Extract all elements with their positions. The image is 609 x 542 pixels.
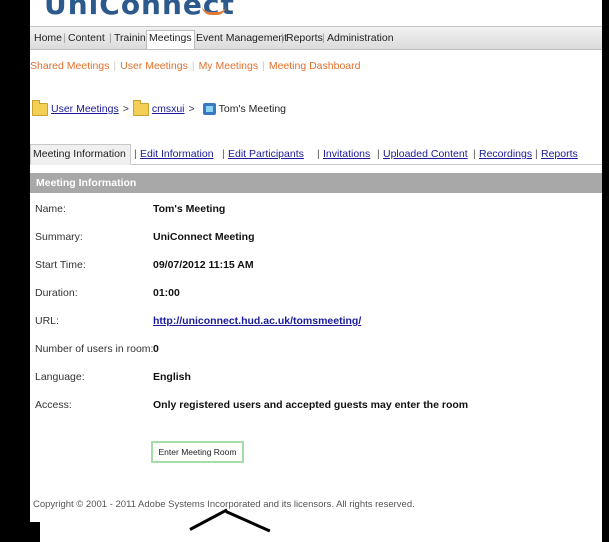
field-row-start-time: Start Time: 09/07/2012 11:15 AM xyxy=(30,256,602,276)
frame-border-bottom xyxy=(0,522,40,542)
field-label: URL: xyxy=(35,315,59,327)
section-header: Meeting Information xyxy=(30,173,602,193)
nav-item-content[interactable]: Content xyxy=(68,32,105,44)
breadcrumb-current: Tom's Meeting xyxy=(218,103,287,115)
frame-border-right xyxy=(602,0,609,542)
field-value: English xyxy=(153,371,191,383)
subnav-shared-meetings[interactable]: Shared Meetings xyxy=(30,60,109,72)
field-value: Tom's Meeting xyxy=(153,203,226,215)
breadcrumb-cmsxui[interactable]: cmsxui xyxy=(152,103,185,115)
subnav-my-meetings[interactable]: My Meetings xyxy=(199,60,259,72)
subnav-separator: | xyxy=(262,60,265,72)
meeting-icon xyxy=(202,103,216,115)
nav-item-home[interactable]: Home xyxy=(34,32,62,44)
tab-uploaded-content[interactable]: Uploaded Content xyxy=(383,148,468,160)
breadcrumb-user-meetings[interactable]: User Meetings xyxy=(51,103,119,115)
tab-separator: | xyxy=(317,148,320,160)
tab-meeting-information[interactable]: Meeting Information xyxy=(30,144,131,165)
annotation-arrow-icon xyxy=(225,510,271,533)
enter-meeting-room-button[interactable]: Enter Meeting Room xyxy=(151,441,244,463)
field-row-duration: Duration: 01:00 xyxy=(30,284,602,304)
meeting-tabs: Meeting Information | Edit Information |… xyxy=(30,144,602,165)
field-row-users-in-room: Number of users in room: 0 xyxy=(30,340,602,360)
nav-item-meetings[interactable]: Meetings xyxy=(146,30,195,49)
field-label: Summary: xyxy=(35,231,83,243)
nav-separator: | xyxy=(63,32,66,44)
breadcrumb-separator: > xyxy=(188,103,195,115)
tab-edit-information[interactable]: Edit Information xyxy=(140,148,214,160)
field-label: Number of users in room: xyxy=(35,343,154,355)
tab-separator: | xyxy=(222,148,225,160)
field-label: Name: xyxy=(35,203,66,215)
breadcrumb: User Meetings > cmsxui > Tom's Meeting xyxy=(32,99,287,118)
field-value: UniConnect Meeting xyxy=(153,231,255,243)
subnav-user-meetings[interactable]: User Meetings xyxy=(120,60,188,72)
tab-separator: | xyxy=(377,148,380,160)
field-value: 01:00 xyxy=(153,287,180,299)
nav-separator: | xyxy=(322,32,325,44)
field-label: Access: xyxy=(35,399,72,411)
folder-icon xyxy=(132,99,149,116)
field-label: Duration: xyxy=(35,287,78,299)
folder-icon xyxy=(32,99,48,116)
breadcrumb-separator: > xyxy=(122,103,129,115)
annotation-arrow-icon xyxy=(189,508,228,531)
nav-item-administration[interactable]: Administration xyxy=(327,32,394,44)
subnav-meeting-dashboard[interactable]: Meeting Dashboard xyxy=(269,60,361,72)
frame-border-left xyxy=(0,0,30,542)
field-value: 09/07/2012 11:15 AM xyxy=(153,259,254,271)
tab-recordings[interactable]: Recordings xyxy=(479,148,532,160)
field-value: Only registered users and accepted guest… xyxy=(153,399,469,411)
tab-edit-participants[interactable]: Edit Participants xyxy=(228,148,304,160)
field-value: 0 xyxy=(153,343,159,355)
tab-separator: | xyxy=(535,148,538,160)
field-label: Start Time: xyxy=(35,259,86,271)
field-row-access: Access: Only registered users and accept… xyxy=(30,396,602,416)
page: UniConnect Home | Content | Training Mee… xyxy=(30,0,602,542)
subnav-separator: | xyxy=(113,60,117,72)
sub-nav: Shared Meetings | User Meetings | My Meeting… xyxy=(30,60,360,72)
meeting-url-link[interactable]: http://uniconnect.hud.ac.uk/tomsmeeting/ xyxy=(153,315,361,327)
nav-separator: | xyxy=(109,32,112,44)
field-row-name: Name: Tom's Meeting xyxy=(30,200,602,220)
field-row-summary: Summary: UniConnect Meeting xyxy=(30,228,602,248)
field-label: Language: xyxy=(35,371,85,383)
tab-separator: | xyxy=(134,148,137,160)
tab-reports[interactable]: Reports xyxy=(541,148,578,160)
field-row-language: Language: English xyxy=(30,368,602,388)
field-row-url: URL: http://uniconnect.hud.ac.uk/tomsmee… xyxy=(30,312,602,332)
subnav-separator: | xyxy=(191,60,195,72)
top-nav: Home | Content | Training Meetings Event… xyxy=(30,26,602,50)
nav-item-reports[interactable]: Reports xyxy=(286,32,323,44)
tab-invitations[interactable]: Invitations xyxy=(323,148,370,160)
nav-item-event-management[interactable]: Event Management xyxy=(196,32,287,44)
nav-separator: | xyxy=(281,32,284,44)
tab-separator: | xyxy=(473,148,476,160)
